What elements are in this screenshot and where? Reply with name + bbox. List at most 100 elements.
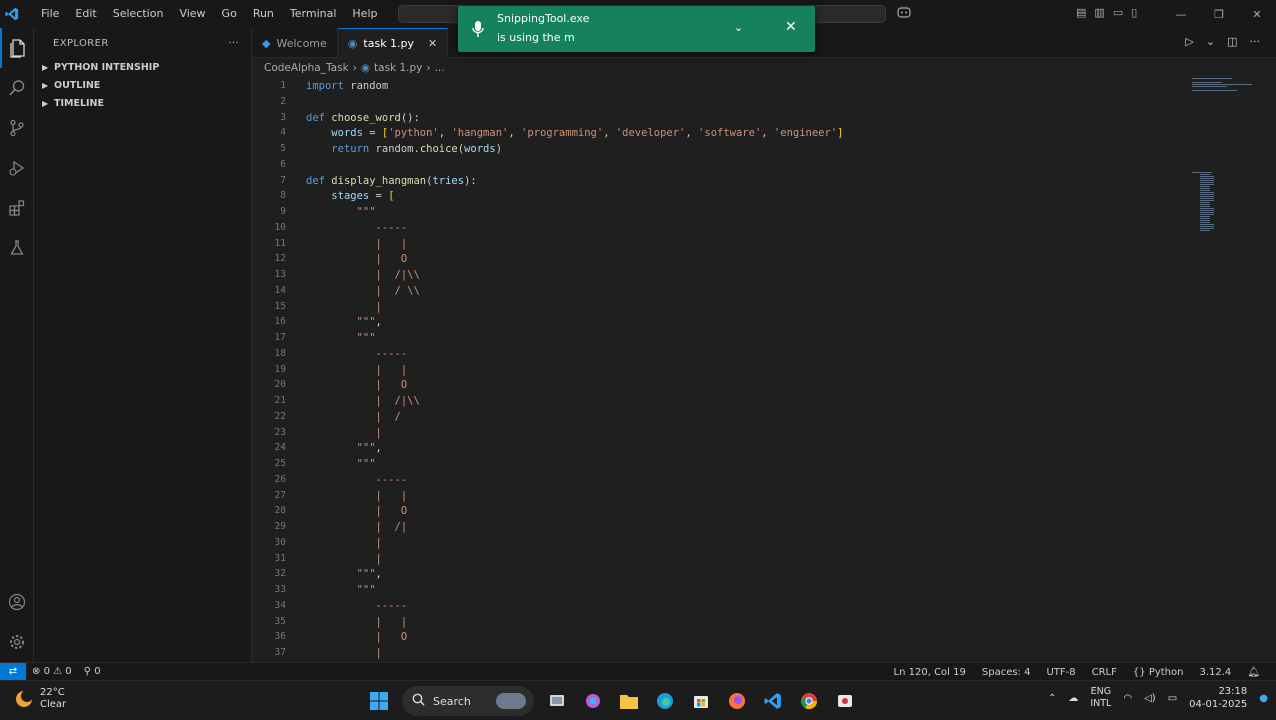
- code-line[interactable]: 27 | |: [252, 488, 1152, 504]
- code-line[interactable]: 13 | /|\\: [252, 267, 1152, 283]
- code-line[interactable]: 29 | /|: [252, 519, 1152, 535]
- tab-task1-py[interactable]: ◉ task 1.py ✕: [337, 28, 449, 58]
- breadcrumb-symbol[interactable]: ...: [435, 62, 445, 74]
- explorer-icon[interactable]: [0, 28, 34, 68]
- notifications-bell-icon[interactable]: 🔔︎: [1241, 667, 1266, 678]
- wifi-icon[interactable]: ◠: [1123, 693, 1132, 704]
- copilot-icon[interactable]: [896, 6, 912, 21]
- code-line[interactable]: 30 |: [252, 535, 1152, 551]
- menu-edit[interactable]: Edit: [67, 0, 104, 28]
- sidebar-section-project[interactable]: ▶ PYTHON INTENSHIP: [34, 58, 251, 76]
- code-line[interactable]: 28 | O: [252, 503, 1152, 519]
- breadcrumb-folder[interactable]: CodeAlpha_Task: [264, 62, 349, 74]
- code-line[interactable]: 9 """: [252, 204, 1152, 220]
- toggle-panel-icon[interactable]: ▭: [1113, 6, 1123, 19]
- minimap[interactable]: [1192, 78, 1262, 238]
- code-line[interactable]: 6: [252, 157, 1152, 173]
- testing-flask-icon[interactable]: [0, 228, 34, 268]
- code-line[interactable]: 17 """: [252, 330, 1152, 346]
- show-hidden-icons-icon[interactable]: ⌃: [1048, 693, 1056, 704]
- language-mode[interactable]: {} Python: [1127, 667, 1190, 678]
- code-line[interactable]: 7 def display_hangman(tries):: [252, 173, 1152, 189]
- close-icon[interactable]: ✕: [785, 19, 797, 35]
- edge-browser-icon[interactable]: [652, 685, 678, 717]
- cursor-position[interactable]: Ln 120, Col 19: [888, 667, 972, 678]
- file-explorer-icon[interactable]: [616, 685, 642, 717]
- code-line[interactable]: 22 | /: [252, 409, 1152, 425]
- menu-help[interactable]: Help: [344, 0, 385, 28]
- end-of-line[interactable]: CRLF: [1086, 667, 1123, 678]
- code-line[interactable]: 4 words = ['python', 'hangman', 'program…: [252, 125, 1152, 141]
- code-line[interactable]: 31 |: [252, 551, 1152, 567]
- settings-gear-icon[interactable]: [0, 622, 34, 662]
- menu-run[interactable]: Run: [245, 0, 282, 28]
- code-line[interactable]: 10 -----: [252, 220, 1152, 236]
- code-line[interactable]: 35 | |: [252, 614, 1152, 630]
- menu-selection[interactable]: Selection: [105, 0, 172, 28]
- firefox-icon[interactable]: [724, 685, 750, 717]
- code-line[interactable]: 18 -----: [252, 346, 1152, 362]
- task-view-icon[interactable]: [544, 685, 570, 717]
- account-icon[interactable]: [0, 582, 34, 622]
- code-line[interactable]: 32 """,: [252, 566, 1152, 582]
- microsoft-store-icon[interactable]: [688, 685, 714, 717]
- code-line[interactable]: 25 """: [252, 456, 1152, 472]
- menu-file[interactable]: File: [33, 0, 67, 28]
- code-line[interactable]: 23 |: [252, 425, 1152, 441]
- volume-icon[interactable]: ◁): [1144, 693, 1156, 704]
- run-python-file-icon[interactable]: ▷: [1185, 35, 1193, 48]
- code-line[interactable]: 16 """,: [252, 314, 1152, 330]
- menu-terminal[interactable]: Terminal: [282, 0, 345, 28]
- more-actions-icon[interactable]: ···: [228, 38, 239, 49]
- python-version[interactable]: 3.12.4: [1193, 667, 1237, 678]
- code-line[interactable]: 20 | O: [252, 377, 1152, 393]
- code-line[interactable]: 12 | O: [252, 251, 1152, 267]
- code-line[interactable]: 3 def choose_word():: [252, 110, 1152, 126]
- taskbar-search[interactable]: Search: [402, 686, 534, 716]
- mic-usage-notification[interactable]: SnippingTool.exe is using the m ⌄ ✕: [458, 6, 815, 52]
- windows-start-icon[interactable]: [366, 685, 392, 717]
- onedrive-cloud-icon[interactable]: ☁: [1068, 693, 1078, 704]
- sidebar-section-timeline[interactable]: ▶ TIMELINE: [34, 94, 251, 112]
- code-line[interactable]: 26 -----: [252, 472, 1152, 488]
- search-icon[interactable]: [0, 68, 34, 108]
- input-language[interactable]: ENG INTL: [1090, 686, 1111, 710]
- code-line[interactable]: 1 import random: [252, 78, 1152, 94]
- restore-button[interactable]: ❐: [1200, 0, 1238, 28]
- close-tab-icon[interactable]: ✕: [428, 37, 437, 50]
- run-debug-icon[interactable]: [0, 148, 34, 188]
- source-control-icon[interactable]: [0, 108, 34, 148]
- toggle-primary-sidebar-icon[interactable]: ▥: [1094, 6, 1104, 19]
- code-line[interactable]: 33 """: [252, 582, 1152, 598]
- code-line[interactable]: 36 | O: [252, 629, 1152, 645]
- copilot-app-icon[interactable]: [580, 685, 606, 717]
- menu-go[interactable]: Go: [214, 0, 245, 28]
- sidebar-section-outline[interactable]: ▶ OUTLINE: [34, 76, 251, 94]
- encoding[interactable]: UTF-8: [1040, 667, 1081, 678]
- notification-bell-icon[interactable]: ●: [1259, 693, 1268, 704]
- vscode-taskbar-icon[interactable]: [760, 685, 786, 717]
- code-line[interactable]: 37 |: [252, 645, 1152, 661]
- battery-icon[interactable]: ▭: [1168, 693, 1177, 704]
- code-line[interactable]: 8 stages = [: [252, 188, 1152, 204]
- code-line[interactable]: 21 | /|\\: [252, 393, 1152, 409]
- chrome-icon[interactable]: [796, 685, 822, 717]
- problems-indicator[interactable]: ⊗ 0 ⚠ 0: [26, 666, 78, 677]
- code-editor[interactable]: 1 import random 2 3 def choose_word(): 4 word…: [252, 78, 1276, 662]
- menu-view[interactable]: View: [171, 0, 213, 28]
- code-line[interactable]: 34 -----: [252, 598, 1152, 614]
- code-line[interactable]: 19 | |: [252, 362, 1152, 378]
- chevron-down-icon[interactable]: ⌄: [734, 21, 743, 34]
- snipping-tool-icon[interactable]: [832, 685, 858, 717]
- tab-welcome[interactable]: ◆ Welcome: [252, 28, 338, 58]
- ports-indicator[interactable]: ⚲ 0: [78, 666, 107, 677]
- minimize-button[interactable]: —: [1162, 0, 1200, 28]
- code-line[interactable]: 15 |: [252, 299, 1152, 315]
- code-line[interactable]: 2: [252, 94, 1152, 110]
- run-dropdown-icon[interactable]: ⌄: [1206, 35, 1215, 48]
- code-line[interactable]: 24 """,: [252, 440, 1152, 456]
- close-window-button[interactable]: ✕: [1238, 0, 1276, 28]
- breadcrumb-file[interactable]: task 1.py: [374, 62, 422, 74]
- code-line[interactable]: 14 | / \\: [252, 283, 1152, 299]
- more-editor-actions-icon[interactable]: ···: [1250, 35, 1261, 48]
